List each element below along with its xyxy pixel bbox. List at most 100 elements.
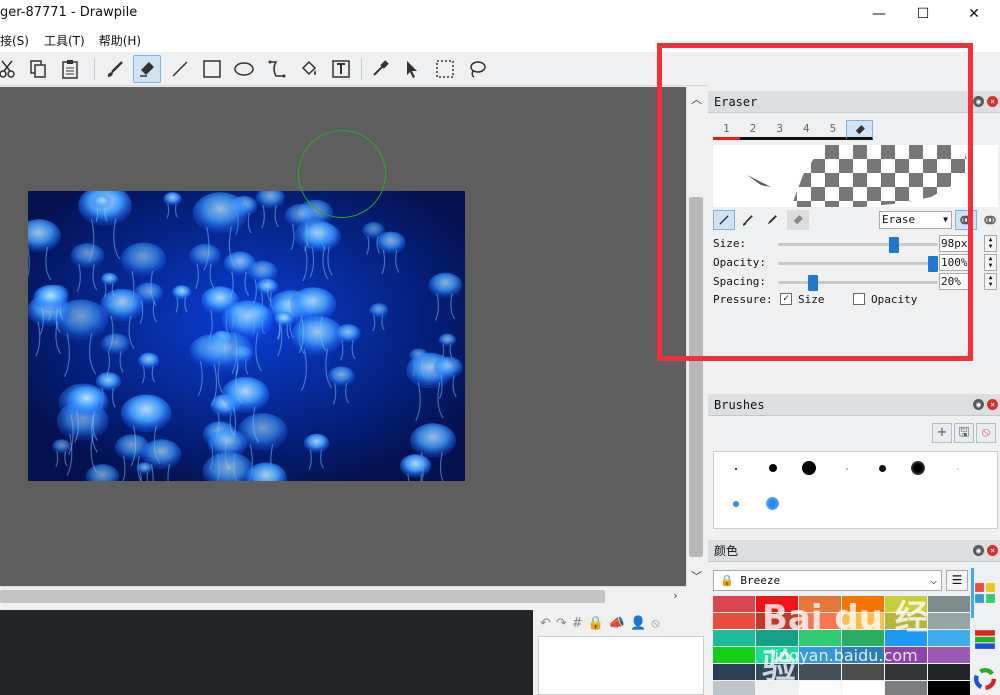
size-spin-arrows[interactable]: ▲ ▼ bbox=[984, 235, 997, 252]
color-swatch[interactable] bbox=[756, 596, 798, 612]
color-swatch[interactable] bbox=[799, 647, 841, 663]
color-swatch[interactable] bbox=[713, 630, 755, 646]
user-list[interactable] bbox=[538, 636, 704, 695]
color-swatch[interactable] bbox=[885, 596, 927, 612]
color-swatch[interactable] bbox=[885, 630, 927, 646]
eraser-tool[interactable] bbox=[133, 55, 161, 83]
opacity-spinbox[interactable]: 100% bbox=[939, 254, 972, 271]
pressure-opacity-checkbox[interactable] bbox=[853, 293, 865, 305]
float-icon[interactable]: ◉ bbox=[973, 399, 984, 410]
canvas-view[interactable] bbox=[0, 87, 686, 586]
color-swatch[interactable] bbox=[799, 664, 841, 680]
brush-preset[interactable] bbox=[735, 468, 737, 470]
spacing-spin-arrows[interactable]: ▲ ▼ bbox=[984, 273, 997, 290]
close-button[interactable]: ✕ bbox=[951, 0, 997, 28]
color-swatch[interactable] bbox=[885, 681, 927, 695]
undo-icon[interactable]: ↶ bbox=[540, 616, 551, 631]
brush-preset-grid[interactable] bbox=[713, 451, 998, 529]
color-picker-tool[interactable] bbox=[366, 55, 394, 83]
color-swatch[interactable] bbox=[928, 613, 970, 629]
opacity-slider[interactable] bbox=[778, 256, 938, 272]
color-swatch[interactable] bbox=[756, 681, 798, 695]
color-swatch[interactable] bbox=[713, 664, 755, 680]
rectangle-tool[interactable] bbox=[198, 55, 226, 83]
size-slider[interactable] bbox=[778, 237, 938, 253]
color-swatch[interactable] bbox=[799, 613, 841, 629]
color-swatch[interactable] bbox=[928, 596, 970, 612]
text-tool[interactable] bbox=[327, 55, 355, 83]
slot-tab-2[interactable]: 2 bbox=[739, 120, 767, 140]
mypaint-mode-button[interactable] bbox=[761, 210, 783, 230]
panel-close-icon[interactable]: × bbox=[987, 96, 998, 107]
announce-icon[interactable]: 📣 bbox=[609, 616, 625, 631]
color-swatch[interactable] bbox=[842, 596, 884, 612]
color-swatch[interactable] bbox=[928, 681, 970, 695]
delete-preset-button[interactable]: ⦸ bbox=[976, 423, 996, 443]
color-swatch[interactable] bbox=[713, 596, 755, 612]
lock-alpha-button[interactable] bbox=[979, 210, 1000, 230]
opacity-spin-arrows[interactable]: ▲ ▼ bbox=[984, 254, 997, 271]
grid-icon[interactable]: # bbox=[572, 616, 583, 631]
color-swatch[interactable] bbox=[842, 664, 884, 680]
menu-tools[interactable]: 工具(T) bbox=[36, 32, 92, 49]
color-swatch[interactable] bbox=[928, 647, 970, 663]
color-swatch[interactable] bbox=[842, 630, 884, 646]
color-wheel-tab-icon[interactable] bbox=[974, 668, 996, 690]
spacing-slider[interactable] bbox=[778, 275, 938, 291]
color-swatch[interactable] bbox=[799, 596, 841, 612]
color-swatch[interactable] bbox=[842, 681, 884, 695]
color-swatch[interactable] bbox=[799, 630, 841, 646]
eraser-mode-button[interactable] bbox=[787, 210, 809, 230]
float-icon[interactable]: ◉ bbox=[973, 96, 984, 107]
color-swatch[interactable] bbox=[928, 664, 970, 680]
slot-tab-1[interactable]: 1 bbox=[713, 120, 740, 140]
redo-icon[interactable]: ↷ bbox=[556, 616, 567, 631]
ellipse-tool[interactable] bbox=[230, 55, 258, 83]
scroll-right-icon[interactable]: › bbox=[666, 589, 685, 602]
panel-close-icon[interactable]: × bbox=[987, 545, 998, 556]
brush-preset[interactable] bbox=[766, 497, 779, 510]
brush-preset[interactable] bbox=[957, 468, 959, 470]
ban-icon[interactable]: ⦸ bbox=[651, 616, 659, 631]
horizontal-scrollbar[interactable]: › bbox=[0, 586, 686, 606]
line-tool[interactable] bbox=[166, 55, 194, 83]
brush-preset[interactable] bbox=[802, 461, 816, 475]
palette-menu-button[interactable]: ☰ bbox=[946, 570, 968, 591]
color-swatch[interactable] bbox=[713, 681, 755, 695]
menu-help[interactable]: 帮助(H) bbox=[92, 32, 148, 49]
menu-session[interactable]: 接(S) bbox=[0, 32, 36, 49]
user-icon[interactable]: 👤 bbox=[630, 616, 646, 631]
color-swatch[interactable] bbox=[885, 613, 927, 629]
scroll-up-icon[interactable]: ︿ bbox=[687, 91, 706, 107]
brush-preset[interactable] bbox=[769, 464, 777, 472]
color-swatch[interactable] bbox=[842, 647, 884, 663]
color-swatch[interactable] bbox=[885, 664, 927, 680]
brush-preset[interactable] bbox=[846, 468, 848, 470]
color-swatch[interactable] bbox=[799, 681, 841, 695]
select-tool[interactable] bbox=[398, 55, 426, 83]
add-preset-button[interactable]: + bbox=[932, 423, 952, 443]
brush-preset[interactable] bbox=[911, 461, 925, 475]
color-swatch[interactable] bbox=[885, 647, 927, 663]
slider-tab-icon[interactable] bbox=[974, 628, 996, 650]
slot-tab-3[interactable]: 3 bbox=[766, 120, 793, 140]
horizontal-scroll-thumb[interactable] bbox=[0, 590, 605, 603]
color-swatch[interactable] bbox=[756, 630, 798, 646]
slot-tab-5[interactable]: 5 bbox=[819, 120, 847, 140]
pressure-size-checkbox[interactable]: ✓ bbox=[780, 293, 792, 305]
color-swatch[interactable] bbox=[756, 647, 798, 663]
rectangle-select-tool[interactable] bbox=[431, 55, 459, 83]
slot-tab-4[interactable]: 4 bbox=[792, 120, 820, 140]
color-swatch[interactable] bbox=[842, 613, 884, 629]
panel-close-icon[interactable]: × bbox=[987, 399, 998, 410]
color-swatch[interactable] bbox=[756, 613, 798, 629]
cut-button[interactable] bbox=[0, 55, 22, 83]
color-swatch[interactable] bbox=[756, 664, 798, 680]
lasso-tool[interactable] bbox=[463, 55, 491, 83]
slot-tab-eraser[interactable] bbox=[846, 120, 873, 140]
copy-button[interactable] bbox=[24, 55, 52, 83]
blend-mode-select[interactable]: Erase ▼ bbox=[879, 211, 952, 229]
color-swatch[interactable] bbox=[928, 630, 970, 646]
size-spinbox[interactable]: 98px bbox=[939, 235, 972, 252]
spacing-spinbox[interactable]: 20% bbox=[939, 273, 972, 290]
